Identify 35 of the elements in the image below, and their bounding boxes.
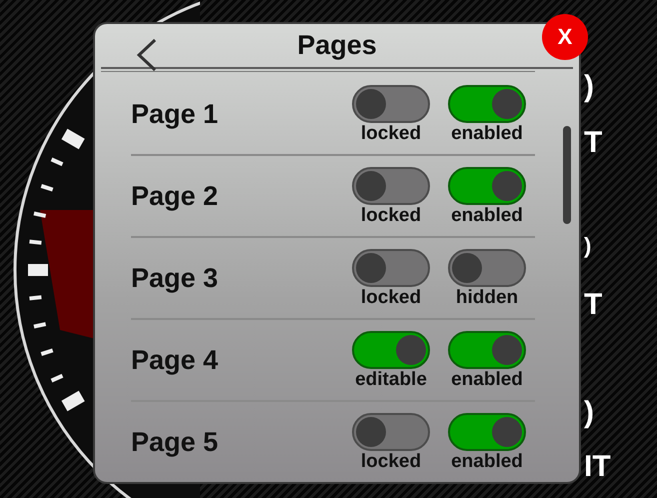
toggle-label: enabled (451, 370, 523, 389)
gauge-label: ) (584, 72, 594, 102)
toggle-label: enabled (451, 452, 523, 471)
page-name: Page 5 (131, 426, 220, 458)
toggle-switch[interactable] (352, 249, 430, 287)
page-name: Page 4 (131, 344, 220, 376)
page-name: Page 3 (131, 262, 220, 294)
page-name: Page 1 (131, 98, 220, 130)
toggle-switch[interactable] (448, 167, 526, 205)
toggle-label: editable (355, 370, 427, 389)
dialog-title: Pages (297, 30, 377, 61)
toggle-label: locked (360, 206, 422, 225)
page-name: Page 2 (131, 180, 220, 212)
toggle-label: locked (360, 452, 422, 471)
toggle-switch[interactable] (448, 331, 526, 369)
toggle-label: hidden (456, 288, 518, 307)
scrollbar[interactable] (563, 126, 571, 224)
gauge-label: ) (584, 398, 594, 428)
gauge-label: ) (584, 235, 592, 257)
toggle-switch[interactable] (448, 85, 526, 123)
toggle-label: locked (360, 124, 422, 143)
toggle-switch[interactable] (352, 85, 430, 123)
toggle-switch[interactable] (352, 331, 430, 369)
toggle-switch[interactable] (448, 413, 526, 451)
gauge-label: T (584, 128, 602, 158)
gauge-label: IT (584, 452, 611, 482)
toggle-switch[interactable] (352, 167, 430, 205)
toggle-switch[interactable] (448, 249, 526, 287)
toggle-switch[interactable] (352, 413, 430, 451)
toggle-label: enabled (451, 124, 523, 143)
toggle-label: locked (360, 288, 422, 307)
toggle-label: enabled (451, 206, 523, 225)
back-icon[interactable] (135, 38, 159, 72)
gauge-label: T (584, 290, 602, 320)
close-button[interactable]: X (542, 14, 588, 60)
